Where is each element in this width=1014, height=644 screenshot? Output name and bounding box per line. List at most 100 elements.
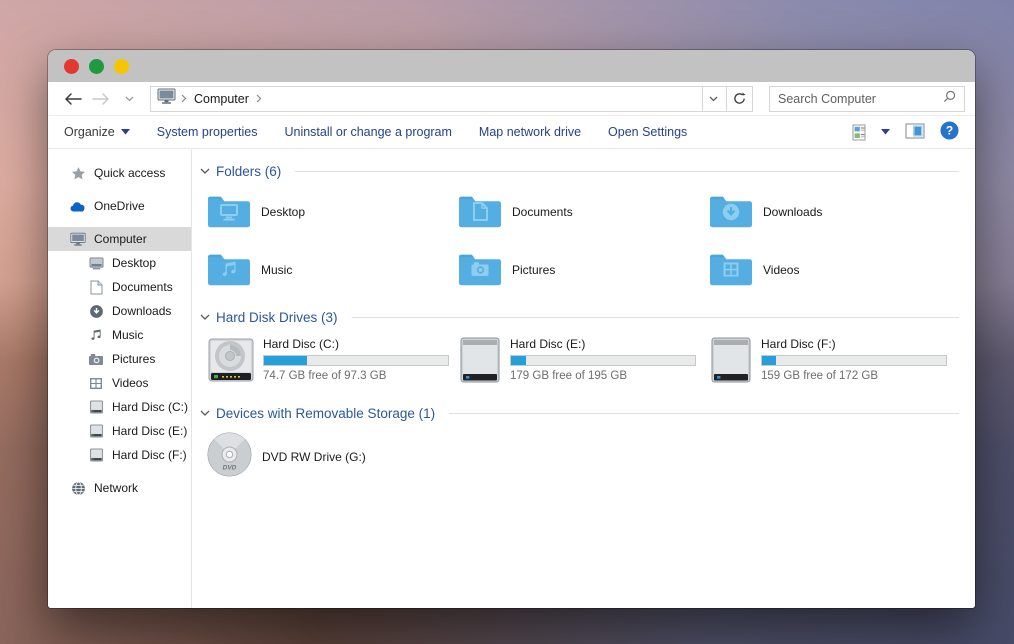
section-header-drives[interactable]: Hard Disk Drives (3) xyxy=(200,307,959,327)
breadcrumb-item-computer[interactable]: Computer xyxy=(192,92,251,106)
drive-item-hard-disc-c[interactable]: Hard Disc (C:) 74.7 GB free of 97.3 GB xyxy=(206,335,457,393)
drive-usage-fill xyxy=(511,356,527,365)
harddisk-icon xyxy=(88,423,104,439)
sidebar-item-pictures[interactable]: Pictures xyxy=(48,347,191,371)
folder-item-label: Music xyxy=(261,263,293,277)
sidebar-item-network[interactable]: Network xyxy=(48,476,191,500)
folder-item-videos[interactable]: Videos xyxy=(708,247,959,293)
sidebar-item-label: Pictures xyxy=(112,352,156,366)
music-icon xyxy=(88,327,104,343)
sidebar-item-hard-disc-e[interactable]: Hard Disc (E:) xyxy=(48,419,191,443)
titlebar[interactable] xyxy=(48,50,975,82)
address-bar[interactable]: Computer xyxy=(150,85,727,112)
navigation-pane: Quick access OneDrive Computer Desktop Docum… xyxy=(48,149,192,608)
close-button[interactable] xyxy=(64,58,79,74)
sidebar-item-label: OneDrive xyxy=(94,199,145,213)
removable-item-label: DVD RW Drive (G:) xyxy=(262,450,366,464)
section-rule xyxy=(295,170,959,172)
toolbar-link-uninstall-or-change-a-program[interactable]: Uninstall or change a program xyxy=(284,125,451,139)
address-dropdown-chevron[interactable] xyxy=(702,86,724,111)
minimize-button[interactable] xyxy=(89,58,104,74)
sidebar-item-quick-access[interactable]: Quick access xyxy=(48,161,191,185)
command-toolbar: Organize System properties Uninstall or c… xyxy=(48,116,975,149)
chevron-down-icon xyxy=(200,410,210,416)
folder-item-downloads[interactable]: Downloads xyxy=(708,189,959,235)
sidebar-item-videos[interactable]: Videos xyxy=(48,371,191,395)
hdd-open-icon xyxy=(206,335,256,390)
network-icon xyxy=(70,480,86,496)
folder-item-music[interactable]: Music xyxy=(206,247,457,293)
drive-usage-bar xyxy=(761,355,947,366)
sidebar-item-label: Network xyxy=(94,481,139,495)
folder-item-pictures[interactable]: Pictures xyxy=(457,247,708,293)
toolbar-link-map-network-drive[interactable]: Map network drive xyxy=(479,125,581,139)
desktop-icon xyxy=(88,255,104,271)
refresh-button[interactable] xyxy=(727,85,753,112)
sidebar-item-hard-disc-f[interactable]: Hard Disc (F:) xyxy=(48,443,191,467)
help-button[interactable]: ? xyxy=(940,121,959,143)
organize-button[interactable]: Organize xyxy=(64,125,130,139)
sidebar-item-downloads[interactable]: Downloads xyxy=(48,299,191,323)
address-bar-group: Computer xyxy=(150,85,753,112)
toolbar-links: System properties Uninstall or change a p… xyxy=(157,125,688,139)
drive-free-space: 179 GB free of 195 GB xyxy=(510,370,627,382)
drive-usage-fill xyxy=(762,356,776,365)
preview-pane-icon xyxy=(905,123,925,138)
dvd-icon: DVD xyxy=(206,431,253,483)
drive-item-hard-disc-e[interactable]: Hard Disc (E:) 179 GB free of 195 GB xyxy=(457,335,708,393)
section-rule xyxy=(449,412,959,414)
sidebar-item-computer[interactable]: Computer xyxy=(48,227,191,251)
drive-name: Hard Disc (C:) xyxy=(263,337,340,351)
svg-text:?: ? xyxy=(946,124,953,138)
preview-pane-button[interactable] xyxy=(905,123,925,142)
folder-pictures-icon xyxy=(457,248,503,293)
star-icon xyxy=(70,165,86,181)
section-header-folders[interactable]: Folders (6) xyxy=(200,161,959,181)
toolbar-link-system-properties[interactable]: System properties xyxy=(157,125,258,139)
sidebar-item-onedrive[interactable]: OneDrive xyxy=(48,194,191,218)
section-header-removable[interactable]: Devices with Removable Storage (1) xyxy=(200,403,959,423)
back-button[interactable] xyxy=(62,88,84,110)
recent-locations-chevron[interactable] xyxy=(118,88,140,110)
folder-item-desktop[interactable]: Desktop xyxy=(206,189,457,235)
drive-usage-fill xyxy=(264,356,307,365)
drive-info: Hard Disc (C:) 74.7 GB free of 97.3 GB xyxy=(263,335,449,382)
onedrive-icon xyxy=(70,198,86,214)
chevron-down-icon xyxy=(200,314,210,320)
folder-item-label: Pictures xyxy=(512,263,556,277)
drives-grid: Hard Disc (C:) 74.7 GB free of 97.3 GB Har… xyxy=(206,335,959,393)
change-view-button[interactable] xyxy=(852,124,890,141)
folder-desktop-icon xyxy=(206,190,252,235)
hdd-icon xyxy=(708,335,754,390)
downloads-icon xyxy=(88,303,104,319)
folder-item-label: Documents xyxy=(512,205,573,219)
drive-item-hard-disc-f[interactable]: Hard Disc (F:) 159 GB free of 172 GB xyxy=(708,335,959,393)
folder-item-label: Desktop xyxy=(261,205,306,219)
folder-music-icon xyxy=(206,248,252,293)
search-icon[interactable] xyxy=(943,90,956,108)
computer-icon xyxy=(70,231,86,247)
sidebar-item-label: Downloads xyxy=(112,304,172,318)
removable-item-dvd-rw-drive-g[interactable]: DVD DVD RW Drive (G:) xyxy=(206,431,959,483)
drive-usage-bar xyxy=(510,355,696,366)
search-box[interactable] xyxy=(769,85,965,112)
sidebar-item-music[interactable]: Music xyxy=(48,323,191,347)
sidebar-item-label: Documents xyxy=(112,280,173,294)
sidebar-item-documents[interactable]: Documents xyxy=(48,275,191,299)
items-view: Folders (6) Desktop Documents Downloads Mus… xyxy=(192,149,975,608)
sidebar-item-hard-disc-c[interactable]: Hard Disc (C:) xyxy=(48,395,191,419)
drive-info: Hard Disc (E:) 179 GB free of 195 GB xyxy=(510,335,696,382)
zoom-button[interactable] xyxy=(114,58,129,74)
toolbar-link-open-settings[interactable]: Open Settings xyxy=(608,125,687,139)
folder-documents-icon xyxy=(457,190,503,235)
sidebar-item-desktop[interactable]: Desktop xyxy=(48,251,191,275)
folders-grid: Desktop Documents Downloads Music Pictures Vi… xyxy=(206,189,959,293)
drive-free-space: 159 GB free of 172 GB xyxy=(761,370,878,382)
folder-item-documents[interactable]: Documents xyxy=(457,189,708,235)
search-input[interactable] xyxy=(778,91,943,106)
svg-text:DVD: DVD xyxy=(223,465,237,472)
section-title: Hard Disk Drives (3) xyxy=(216,309,338,325)
forward-button[interactable] xyxy=(90,88,112,110)
drive-info: Hard Disc (F:) 159 GB free of 172 GB xyxy=(761,335,947,382)
folder-item-label: Videos xyxy=(763,263,800,277)
